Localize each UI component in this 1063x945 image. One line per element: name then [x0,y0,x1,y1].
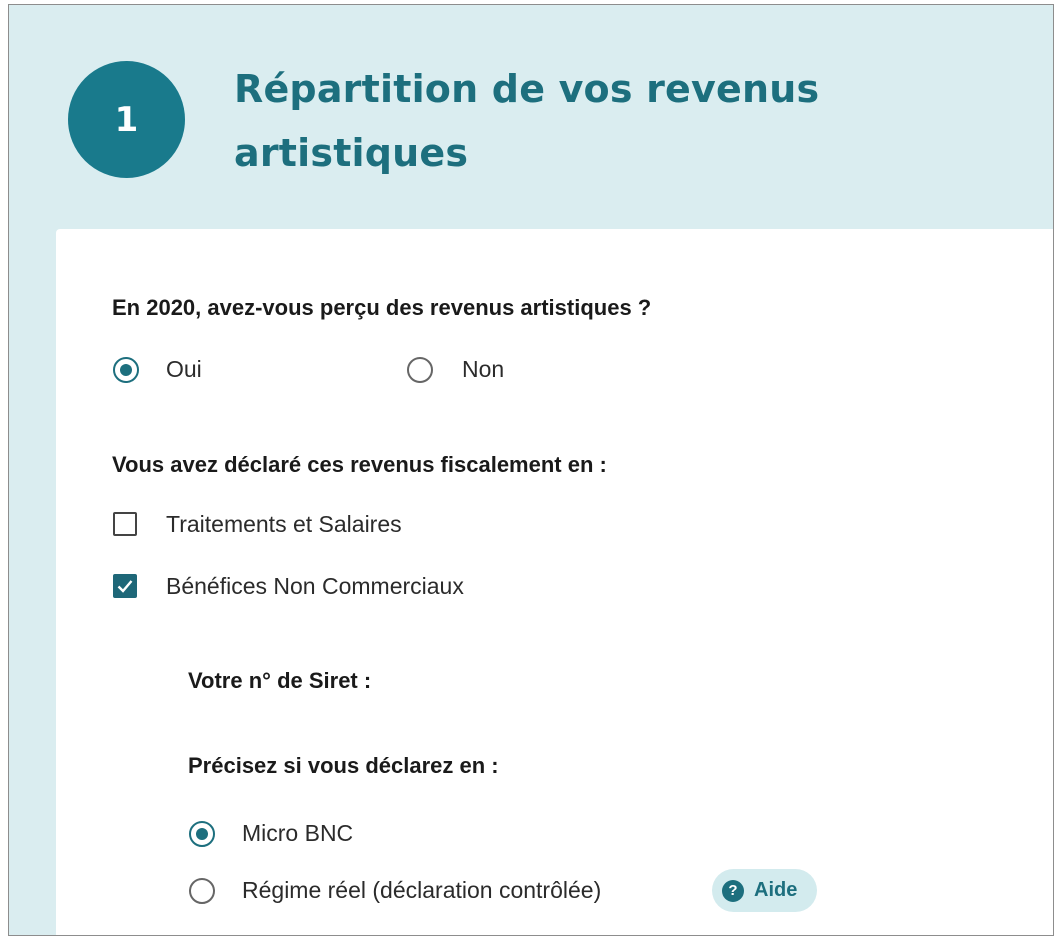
radio-regime-reel-label[interactable]: Régime réel (déclaration contrôlée) [242,877,601,904]
checkbox-bnc-label[interactable]: Bénéfices Non Commerciaux [166,573,464,600]
radio-oui-label[interactable]: Oui [166,356,202,383]
income-question: En 2020, avez-vous perçu des revenus art… [112,295,652,320]
section-title: Répartition de vos revenus artistiques [234,67,820,175]
radio-regime-reel[interactable] [189,878,215,904]
radio-non[interactable] [407,357,433,383]
step-number-badge: 1 [68,61,185,178]
checkmark-icon [117,580,133,593]
checkbox-salaires[interactable] [113,512,137,536]
siret-label: Votre n° de Siret : [188,668,372,693]
form-panel: 1 Répartition de vos revenus artistiques… [8,4,1054,936]
checkbox-bnc[interactable] [113,574,137,598]
regime-question: Précisez si vous déclarez en : [188,753,499,778]
declared-question: Vous avez déclaré ces revenus fiscalemen… [112,452,607,477]
radio-non-label[interactable]: Non [462,356,504,383]
help-button-label: Aide [754,879,798,901]
radio-oui[interactable] [113,357,139,383]
step-number: 1 [114,99,139,140]
checkbox-salaires-label[interactable]: Traitements et Salaires [166,511,402,538]
question-mark-icon: ? [722,879,744,902]
form-card: En 2020, avez-vous perçu des revenus art… [56,229,1053,935]
help-button[interactable]: ? Aide [712,869,817,912]
radio-micro-bnc-label[interactable]: Micro BNC [242,820,353,847]
radio-micro-bnc[interactable] [189,821,215,847]
